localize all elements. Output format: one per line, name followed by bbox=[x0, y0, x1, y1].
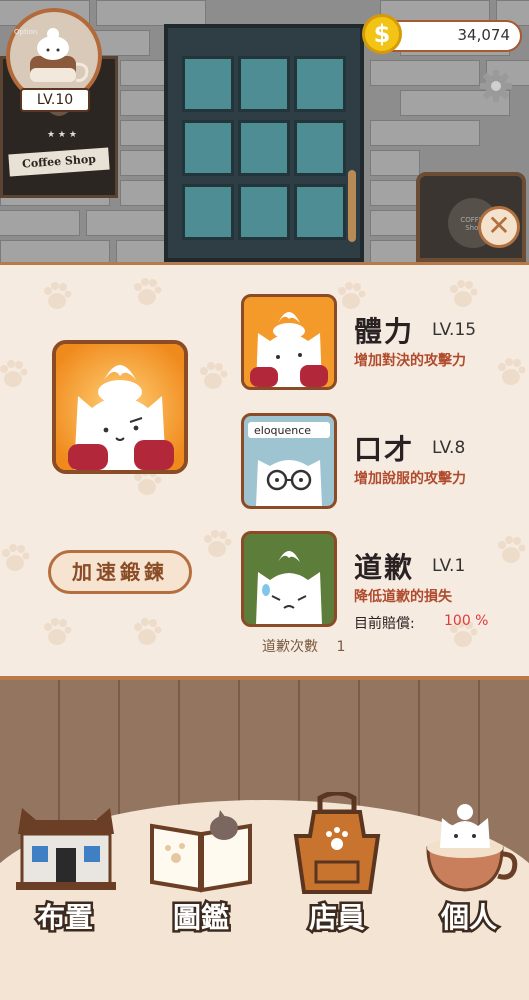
strength-skill-name: 體力 bbox=[354, 315, 415, 348]
paw-decoration-icon bbox=[44, 282, 72, 309]
eloquence-skill-icon[interactable]: eloquence bbox=[241, 413, 337, 509]
house-icon[interactable] bbox=[12, 798, 120, 894]
player-level-badge: LV.10 bbox=[20, 88, 90, 112]
option-label[interactable]: Option bbox=[14, 28, 37, 36]
cafe-door bbox=[164, 24, 364, 262]
paw-decoration-icon bbox=[200, 362, 228, 389]
nav-staff-label[interactable]: 店員 bbox=[292, 896, 382, 937]
apology-skill-desc: 降低道歉的損失 bbox=[354, 589, 452, 605]
paw-decoration-icon bbox=[498, 536, 526, 563]
eloquence-skill-name: 口才 bbox=[354, 433, 415, 466]
paw-decoration-icon bbox=[0, 360, 28, 387]
apology-skill-name: 道歉 bbox=[354, 551, 415, 584]
paw-decoration-icon bbox=[338, 282, 366, 309]
book-icon[interactable] bbox=[146, 806, 256, 896]
nav-decorate-label[interactable]: 布置 bbox=[20, 896, 110, 937]
svg-text:★ ★ ★: ★ ★ ★ bbox=[47, 130, 77, 140]
compensation-value: 100 % bbox=[444, 613, 489, 629]
apology-count-label: 道歉次數 bbox=[262, 639, 318, 655]
door-handle bbox=[348, 170, 356, 242]
strength-skill-desc: 增加對決的攻擊力 bbox=[354, 353, 466, 369]
speed-training-button[interactable]: 加速鍛鍊 bbox=[48, 550, 192, 594]
paw-decoration-icon bbox=[134, 278, 162, 305]
eloquence-skill-desc: 增加說服的攻擊力 bbox=[354, 471, 466, 487]
strength-skill-level: LV.15 bbox=[432, 320, 477, 340]
strength-skill-icon[interactable] bbox=[241, 294, 337, 390]
paw-decoration-icon bbox=[450, 280, 478, 307]
coin-value: 34,074 bbox=[457, 26, 511, 44]
close-button[interactable]: ✕ bbox=[478, 206, 520, 248]
apology-count-value: 1 bbox=[336, 639, 346, 655]
paw-decoration-icon bbox=[134, 618, 162, 645]
cat-cup-icon[interactable] bbox=[420, 796, 520, 896]
apology-skill-level: LV.1 bbox=[432, 556, 466, 576]
compensation-label: 目前賠償: bbox=[354, 616, 415, 632]
cat-portrait bbox=[52, 340, 188, 474]
nav-profile-label[interactable]: 個人 bbox=[424, 896, 514, 937]
paw-decoration-icon bbox=[204, 530, 232, 557]
apron-icon[interactable] bbox=[290, 792, 384, 896]
coin-icon: $ bbox=[362, 14, 402, 54]
nav-collection-label[interactable]: 圖鑑 bbox=[156, 896, 246, 937]
paw-decoration-icon bbox=[44, 618, 72, 645]
gear-icon[interactable] bbox=[478, 68, 514, 104]
eloquence-skill-level: LV.8 bbox=[432, 438, 466, 458]
paw-decoration-icon bbox=[2, 544, 30, 571]
eloquence-badge: eloquence bbox=[254, 424, 311, 437]
paw-decoration-icon bbox=[498, 358, 526, 385]
apology-count: 道歉次數 1 bbox=[262, 636, 345, 656]
apology-skill-icon[interactable] bbox=[241, 531, 337, 627]
